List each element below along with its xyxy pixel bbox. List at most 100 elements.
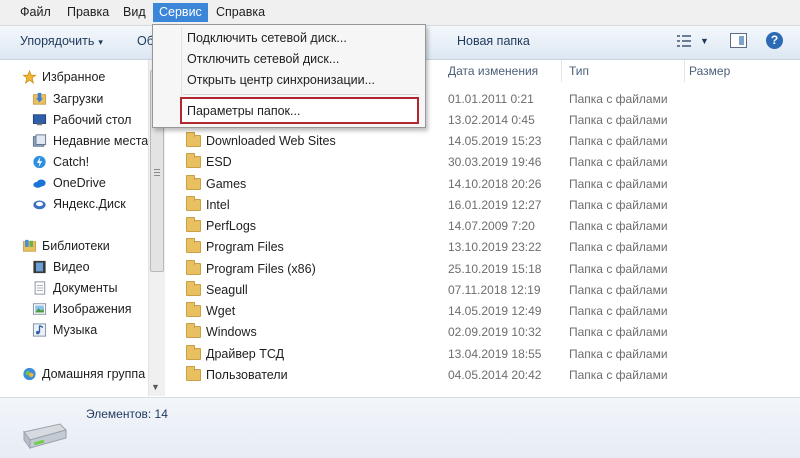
- table-row[interactable]: Пользователи 04.05.2014 20:42 Папка с фа…: [165, 365, 800, 386]
- row-name: Program Files (x86): [206, 262, 316, 276]
- menu-edit[interactable]: Правка: [61, 3, 115, 22]
- menu-item-folder-options[interactable]: Параметры папок...: [187, 101, 300, 121]
- row-name: Seagull: [206, 283, 248, 297]
- item-count: Элементов: 14: [86, 407, 168, 421]
- column-header-size[interactable]: Размер: [689, 64, 730, 78]
- row-name: Пользователи: [206, 368, 288, 382]
- nav-item-label: Недавние места: [53, 134, 149, 148]
- help-icon[interactable]: ?: [766, 32, 783, 49]
- row-type: Папка с файлами: [569, 262, 668, 276]
- nav-libraries[interactable]: Библиотеки: [0, 236, 140, 256]
- folder-icon: [186, 366, 201, 381]
- tools-menu-dropdown: Подключить сетевой диск... Отключить сет…: [152, 24, 426, 128]
- nav-item-pictures[interactable]: Изображения: [0, 299, 148, 319]
- nav-item-label: Загрузки: [53, 92, 104, 106]
- row-date: 13.02.2014 0:45: [448, 113, 535, 127]
- table-row[interactable]: Seagull 07.11.2018 12:19 Папка с файлами: [165, 280, 800, 301]
- folder-icon: [186, 281, 201, 296]
- folder-icon: [186, 217, 201, 232]
- nav-item-downloads[interactable]: Загрузки: [0, 89, 140, 109]
- nav-item-recent[interactable]: Недавние места: [0, 131, 148, 151]
- nav-favorites[interactable]: Избранное: [0, 67, 140, 87]
- table-row[interactable]: Wget 14.05.2019 12:49 Папка с файлами: [165, 301, 800, 322]
- menu-item-open-sync-center[interactable]: Открыть центр синхронизации...: [187, 70, 375, 90]
- nav-item-label: Рабочий стол: [53, 113, 132, 127]
- row-name: Драйвер ТСД: [206, 347, 285, 361]
- folder-icon: [186, 196, 201, 211]
- film-icon: [33, 260, 46, 274]
- menu-item-disconnect-network-drive[interactable]: Отключить сетевой диск...: [187, 49, 339, 69]
- nav-item-video[interactable]: Видео: [0, 257, 140, 277]
- column-separator[interactable]: [684, 60, 685, 82]
- row-type: Папка с файлами: [569, 283, 668, 297]
- row-name: Wget: [206, 304, 236, 318]
- table-row[interactable]: Downloaded Web Sites 14.05.2019 15:23 Па…: [165, 131, 800, 152]
- table-row[interactable]: Program Files (x86) 25.10.2019 15:18 Пап…: [165, 259, 800, 280]
- nav-item-yandex[interactable]: Яндекс.Диск: [0, 194, 140, 214]
- row-date: 14.05.2019 15:23: [448, 134, 542, 148]
- menu-help[interactable]: Справка: [210, 3, 271, 22]
- music-icon: [32, 323, 47, 337]
- menu-item-map-network-drive[interactable]: Подключить сетевой диск...: [187, 28, 347, 48]
- nav-item-onedrive[interactable]: OneDrive: [0, 173, 140, 193]
- row-date: 13.04.2019 18:55: [448, 347, 542, 361]
- nav-item-music[interactable]: Музыка: [0, 320, 140, 340]
- document-icon: [34, 281, 46, 295]
- column-header-type[interactable]: Тип: [569, 64, 589, 78]
- table-row[interactable]: Драйвер ТСД 13.04.2019 18:55 Папка с фай…: [165, 344, 800, 365]
- row-type: Папка с файлами: [569, 219, 668, 233]
- row-date: 16.01.2019 12:27: [448, 198, 542, 212]
- view-chevron-down-icon[interactable]: ▼: [700, 36, 709, 46]
- nav-homegroup[interactable]: Домашняя группа: [0, 364, 148, 384]
- folder-icon: [186, 175, 201, 190]
- row-name: Intel: [206, 198, 230, 212]
- row-date: 13.10.2019 23:22: [448, 240, 542, 254]
- table-row[interactable]: Program Files 13.10.2019 23:22 Папка с ф…: [165, 237, 800, 258]
- menu-file[interactable]: Файл: [14, 3, 57, 22]
- nav-item-label: Catch!: [53, 155, 90, 169]
- table-row[interactable]: Windows 02.09.2019 10:32 Папка с файлами: [165, 322, 800, 343]
- row-date: 14.10.2018 20:26: [448, 177, 542, 191]
- folder-icon: [186, 345, 201, 360]
- row-type: Папка с файлами: [569, 134, 668, 148]
- table-row[interactable]: ESD 30.03.2019 19:46 Папка с файлами: [165, 152, 800, 173]
- column-separator[interactable]: [561, 60, 562, 82]
- nav-item-documents[interactable]: Документы: [0, 278, 140, 298]
- row-type: Папка с файлами: [569, 240, 668, 254]
- star-icon: [22, 70, 37, 84]
- picture-icon: [32, 303, 47, 315]
- row-name: Windows: [206, 325, 257, 339]
- chevron-down-icon: ▾: [98, 37, 103, 47]
- nav-item-label: Яндекс.Диск: [53, 197, 126, 211]
- folder-icon: [186, 238, 201, 253]
- preview-pane-icon[interactable]: [730, 33, 747, 48]
- organize-button[interactable]: Упорядочить ▾: [20, 34, 103, 48]
- view-options-icon[interactable]: [676, 34, 692, 48]
- nav-homegroup-label: Домашняя группа: [42, 367, 146, 381]
- table-row[interactable]: Games 14.10.2018 20:26 Папка с файлами: [165, 174, 800, 195]
- nav-item-catch[interactable]: Catch!: [0, 152, 140, 172]
- row-type: Папка с файлами: [569, 198, 668, 212]
- row-name: Downloaded Web Sites: [206, 134, 336, 148]
- row-type: Папка с файлами: [569, 325, 668, 339]
- menu-separator: [183, 94, 419, 95]
- menu-bar: Файл Правка Вид Сервис Справка: [0, 0, 800, 26]
- row-date: 14.05.2019 12:49: [448, 304, 542, 318]
- nav-item-label: Изображения: [53, 302, 132, 316]
- nav-item-desktop[interactable]: Рабочий стол: [0, 110, 140, 130]
- folder-icon: [186, 302, 201, 317]
- scroll-down-arrow-icon[interactable]: ▼: [151, 382, 160, 392]
- row-name: Program Files: [206, 240, 284, 254]
- nav-libraries-label: Библиотеки: [42, 239, 110, 253]
- menu-view[interactable]: Вид: [117, 3, 152, 22]
- table-row[interactable]: Intel 16.01.2019 12:27 Папка с файлами: [165, 195, 800, 216]
- organize-label: Упорядочить: [20, 34, 95, 48]
- row-date: 30.03.2019 19:46: [448, 155, 542, 169]
- folder-icon: [186, 323, 201, 338]
- nav-item-label: Видео: [53, 260, 90, 274]
- column-header-date[interactable]: Дата изменения: [448, 64, 538, 78]
- menu-tools[interactable]: Сервис: [153, 3, 208, 22]
- new-folder-button[interactable]: Новая папка: [457, 34, 530, 48]
- row-type: Папка с файлами: [569, 92, 668, 106]
- table-row[interactable]: PerfLogs 14.07.2009 7:20 Папка с файлами: [165, 216, 800, 237]
